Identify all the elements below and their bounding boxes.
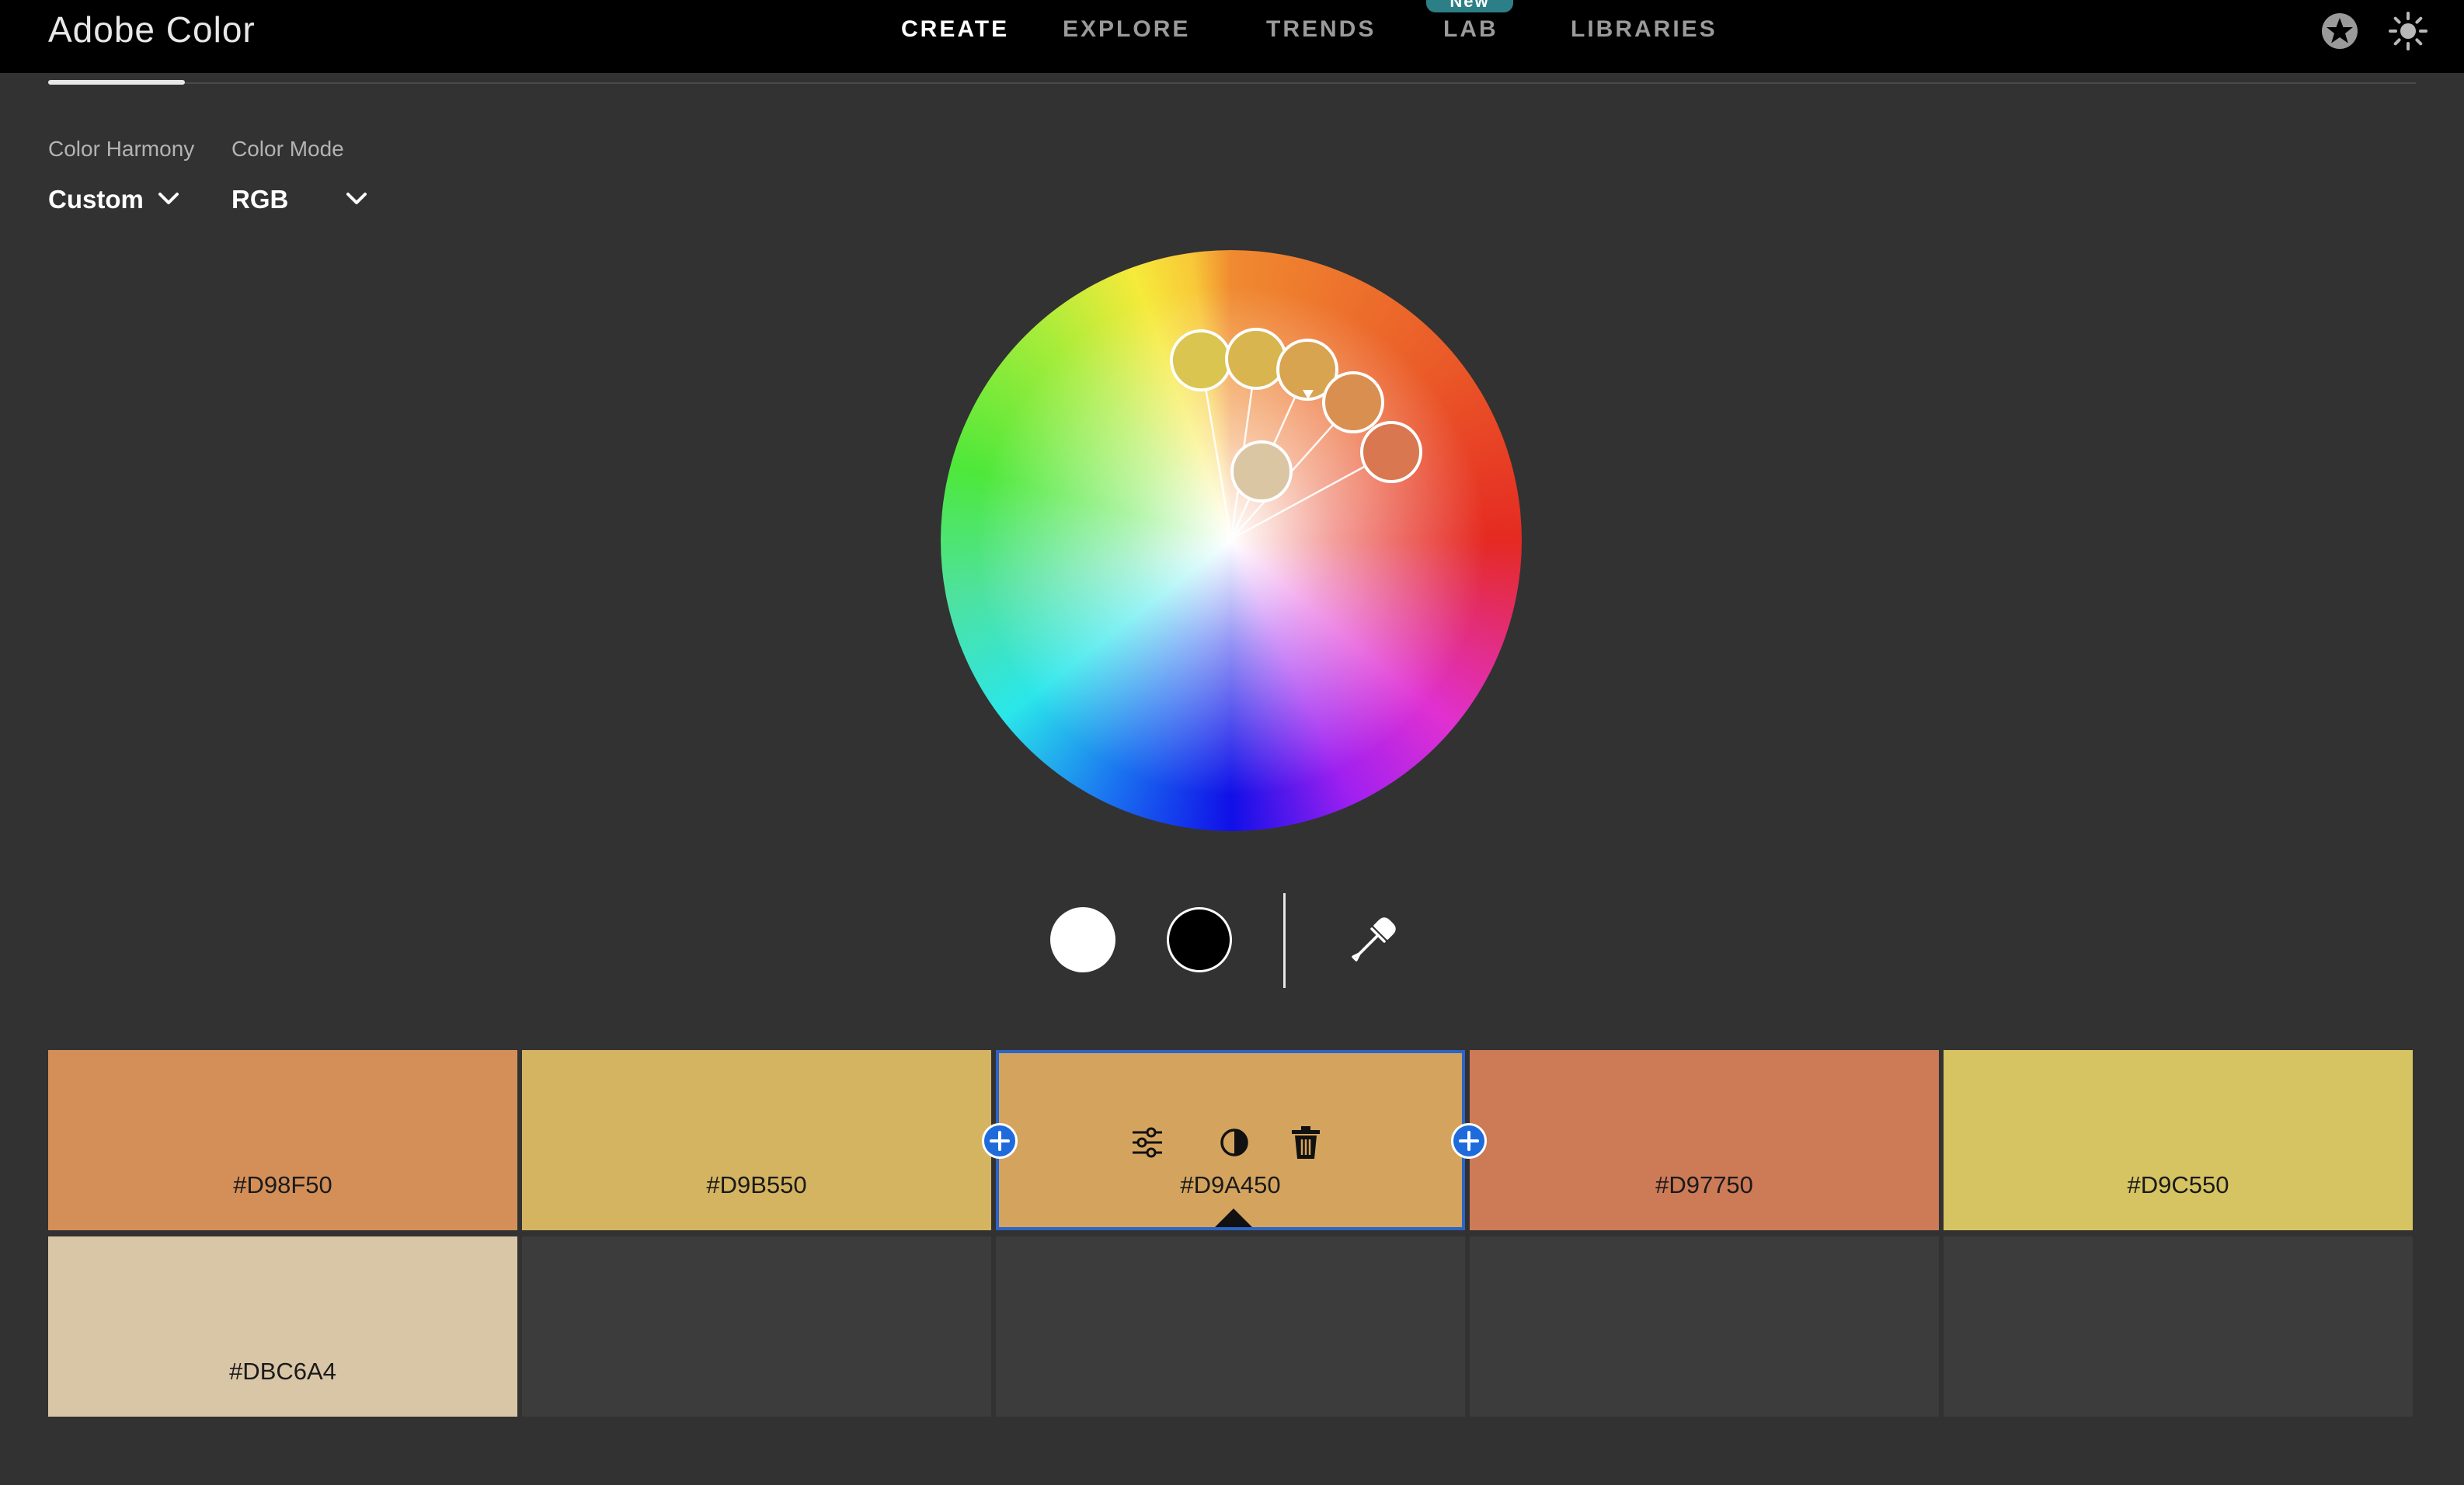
chevron-down-icon[interactable] bbox=[345, 191, 368, 207]
color-handle[interactable] bbox=[1230, 440, 1293, 503]
plus-icon bbox=[990, 1131, 1010, 1151]
swatch-3-selected[interactable]: #D9A450 bbox=[996, 1050, 1465, 1230]
swatch-2[interactable]: #D9B550 bbox=[522, 1050, 991, 1230]
swatch-tools bbox=[996, 1123, 1465, 1162]
eyedropper-icon[interactable] bbox=[1349, 915, 1398, 965]
swatch-hex[interactable]: #D98F50 bbox=[48, 1171, 517, 1199]
empty-swatch-slot bbox=[1944, 1236, 2413, 1417]
nav-explore[interactable]: EXPLORE bbox=[1063, 0, 1190, 59]
color-handle[interactable] bbox=[1225, 328, 1287, 390]
nav-lab[interactable]: LAB bbox=[1443, 0, 1498, 59]
tab-underline bbox=[48, 80, 185, 85]
nav-create[interactable]: CREATE bbox=[901, 0, 1009, 59]
swatch-hex[interactable]: #D97750 bbox=[1470, 1171, 1939, 1199]
black-color-button[interactable] bbox=[1167, 907, 1232, 972]
swatch-hex[interactable]: #D9A450 bbox=[996, 1171, 1465, 1199]
trash-icon[interactable] bbox=[1286, 1123, 1325, 1162]
brightness-icon[interactable] bbox=[2388, 11, 2428, 51]
swatch-hex[interactable]: #D9B550 bbox=[522, 1171, 991, 1199]
swatch-hex[interactable]: #D9C550 bbox=[1944, 1171, 2413, 1199]
add-color-button-right[interactable] bbox=[1451, 1123, 1487, 1159]
plus-icon bbox=[1459, 1131, 1479, 1151]
chevron-down-icon[interactable] bbox=[157, 191, 180, 207]
swatch-hex[interactable]: #DBC6A4 bbox=[48, 1358, 517, 1386]
sliders-icon[interactable] bbox=[1128, 1123, 1167, 1162]
swatch-5[interactable]: #D9C550 bbox=[1944, 1050, 2413, 1230]
add-color-button-left[interactable] bbox=[982, 1123, 1018, 1159]
swatch-6[interactable]: #DBC6A4 bbox=[48, 1236, 517, 1417]
app-title[interactable]: Adobe Color bbox=[48, 0, 256, 59]
color-harmony-dropdown[interactable]: Custom bbox=[48, 185, 144, 214]
swatch-4[interactable]: #D97750 bbox=[1470, 1050, 1939, 1230]
color-handle[interactable] bbox=[1170, 329, 1232, 391]
tab-underline-track bbox=[48, 82, 2416, 84]
empty-swatch-slot bbox=[522, 1236, 991, 1417]
nav-trends[interactable]: TRENDS bbox=[1266, 0, 1376, 59]
color-mode-dropdown[interactable]: RGB bbox=[231, 185, 288, 214]
color-harmony-label: Color Harmony bbox=[48, 137, 195, 161]
swatch-1[interactable]: #D98F50 bbox=[48, 1050, 517, 1230]
empty-swatch-slot bbox=[996, 1236, 1465, 1417]
empty-swatch-slot bbox=[1470, 1236, 1939, 1417]
nav-libraries[interactable]: LIBRARIES bbox=[1571, 0, 1717, 59]
color-handle[interactable] bbox=[1322, 371, 1384, 433]
color-handle[interactable] bbox=[1360, 421, 1422, 483]
top-navigation-bar: Adobe Color CREATE EXPLORE TRENDS New LA… bbox=[0, 0, 2464, 73]
base-color-indicator bbox=[1215, 1209, 1252, 1227]
contrast-icon[interactable] bbox=[1215, 1123, 1254, 1162]
color-wheel-handles bbox=[1170, 328, 1422, 541]
white-color-button[interactable] bbox=[1050, 907, 1115, 972]
star-icon[interactable] bbox=[2320, 11, 2360, 51]
tool-divider bbox=[1283, 893, 1286, 988]
color-mode-label: Color Mode bbox=[231, 137, 344, 161]
